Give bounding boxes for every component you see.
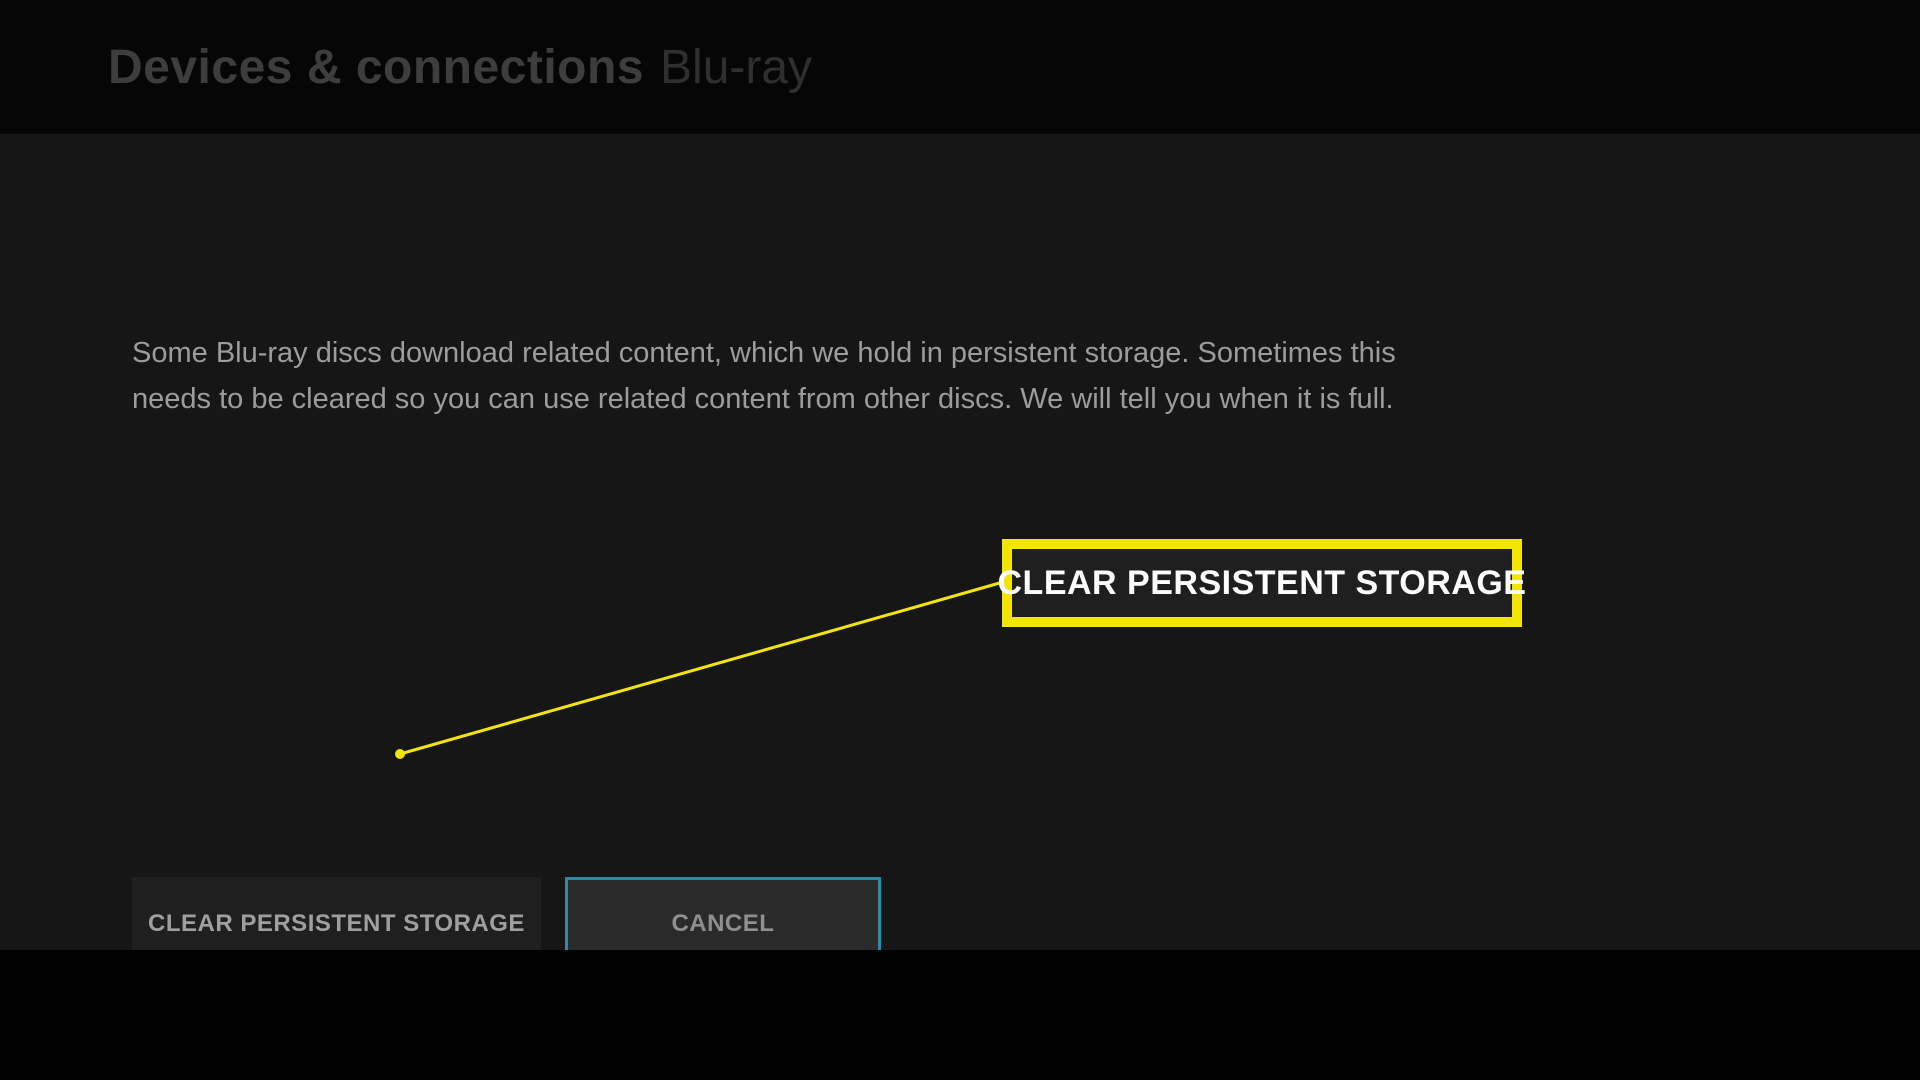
description-text: Some Blu-ray discs download related cont… [132, 330, 1400, 422]
content-area: Some Blu-ray discs download related cont… [0, 134, 1920, 950]
bottom-bar [0, 950, 1920, 1080]
annotation-callout-label: CLEAR PERSISTENT STORAGE [998, 564, 1527, 603]
annotation-callout: CLEAR PERSISTENT STORAGE [1002, 539, 1522, 627]
page-subtitle: Blu-ray [660, 40, 812, 95]
page-title: Devices & connections [108, 40, 644, 95]
page-header: Devices & connections Blu-ray [0, 0, 1920, 134]
